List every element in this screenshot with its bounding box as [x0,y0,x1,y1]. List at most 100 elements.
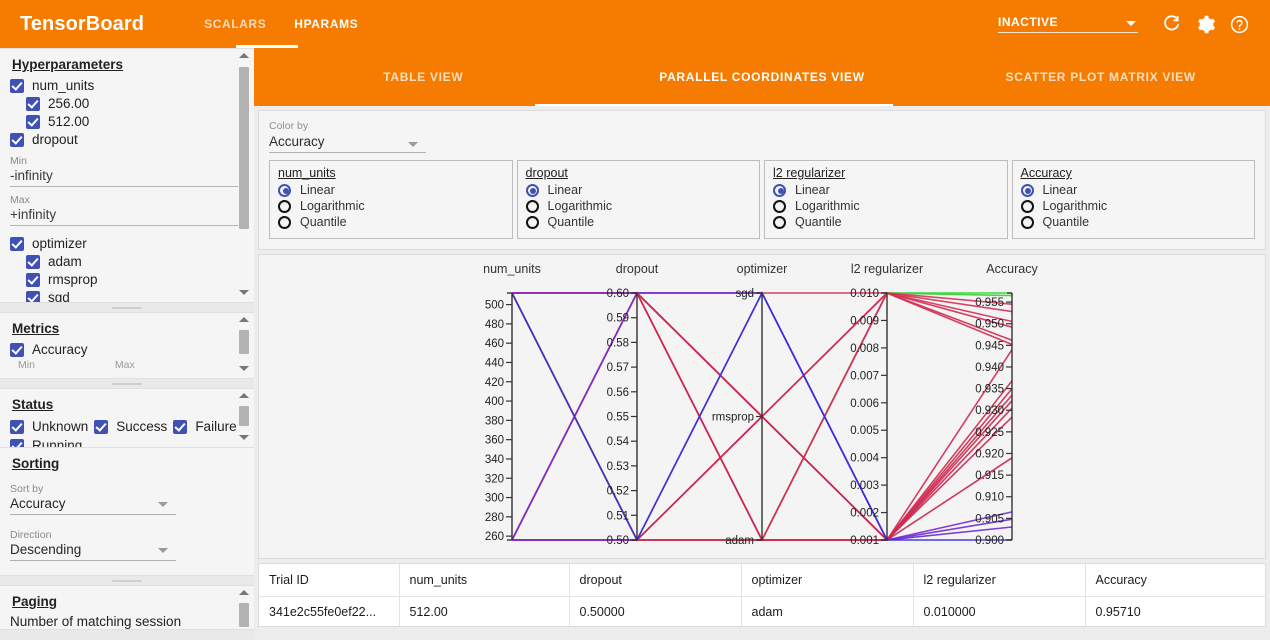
dropout-max-field[interactable]: Max +infinity [10,194,238,226]
radio-quantile[interactable]: Quantile [525,215,752,229]
scroll-up-icon[interactable] [239,53,249,63]
table-column-header[interactable]: Trial ID [259,564,400,597]
radio-logarithmic[interactable]: Logarithmic [773,199,999,213]
hparam-checkbox-512[interactable]: 512.00 [10,113,222,130]
radio-icon[interactable] [278,215,291,229]
hparam-checkbox-adam[interactable]: adam [10,253,222,270]
trials-table-panel[interactable]: Trial ID num_units dropout optimizer l2 regu… [258,563,1266,627]
status-checkbox-failure[interactable]: Failure [173,418,237,435]
table-column-header[interactable]: Accuracy [1085,564,1265,597]
hyperparameters-scrollbar[interactable] [238,53,250,300]
radio-icon-selected[interactable] [1020,183,1034,197]
color-by-select[interactable]: Accuracy [269,134,426,153]
table-row[interactable]: 341e2c55fe0ef22... 512.00 0.50000 adam 0.010… [259,596,1265,626]
tab-parallel-coordinates-view[interactable]: PARALLEL COORDINATES VIEW [593,70,932,84]
scroll-up-icon[interactable] [239,317,249,327]
status-checkbox-unknown[interactable]: Unknown [10,418,88,435]
hparam-checkbox-optimizer[interactable]: optimizer [10,235,222,252]
radio-icon[interactable] [773,199,786,213]
radio-linear[interactable]: Linear [525,183,752,197]
refresh-icon[interactable] [1156,9,1186,39]
radio-logarithmic[interactable]: Logarithmic [1020,199,1247,213]
radio-linear[interactable]: Linear [1020,183,1247,197]
scroll-down-icon[interactable] [239,435,249,445]
sidebar-resize-grip-2[interactable] [0,379,254,388]
radio-icon-selected[interactable] [773,183,786,197]
metric-label: Accuracy [32,342,88,357]
checkbox-icon[interactable] [10,78,24,93]
checkbox-icon[interactable] [10,132,24,147]
radio-icon[interactable] [525,199,539,213]
status-checkbox-success[interactable]: Success [94,418,167,435]
hparam-checkbox-num-units[interactable]: num_units [10,77,222,94]
sort-direction-select[interactable]: Direction Descending [10,529,176,561]
chart-axis-tick-label: 0.006 [850,398,879,410]
scroll-up-icon[interactable] [239,590,249,600]
tab-scatter-plot-matrix-view[interactable]: SCATTER PLOT MATRIX VIEW [931,70,1270,84]
top-nav-scalars[interactable]: SCALARS [190,0,280,48]
hparam-checkbox-rmsprop[interactable]: rmsprop [10,271,222,288]
min-input[interactable]: -infinity [10,168,238,187]
checkbox-icon[interactable] [26,290,40,302]
checkbox-icon[interactable] [10,342,24,357]
chart-axis-l2-regularizer[interactable]: l2 regularizer 0.001 0.002 0.003 0.004 0.005 0… [850,262,923,547]
radio-icon[interactable] [773,215,786,229]
settings-gear-icon[interactable] [1190,9,1220,39]
table-column-header[interactable]: num_units [399,564,570,597]
hparam-checkbox-sgd[interactable]: sgd [10,289,222,302]
checkbox-icon[interactable] [26,114,40,129]
scroll-up-icon[interactable] [239,393,249,403]
radio-icon[interactable] [1020,215,1034,229]
radio-icon[interactable] [1020,199,1034,213]
metric-checkbox-accuracy[interactable]: Accuracy [10,341,222,358]
checkbox-icon[interactable] [173,419,188,434]
chart-axis-dropout[interactable]: dropout 0.50 0.51 0.52 0.53 0.54 0.55 0.56 0.57 0… [607,262,659,547]
scrollbar-thumb[interactable] [239,603,249,627]
radio-icon[interactable] [278,199,291,213]
hparam-checkbox-256[interactable]: 256.00 [10,95,222,112]
help-circle-icon[interactable] [1224,9,1254,39]
radio-quantile[interactable]: Quantile [278,215,504,229]
sort-by-select[interactable]: Sort by Accuracy [10,483,176,515]
radio-logarithmic[interactable]: Logarithmic [525,199,752,213]
checkbox-icon[interactable] [26,272,40,287]
tab-table-view[interactable]: TABLE VIEW [254,70,593,84]
radio-quantile[interactable]: Quantile [773,215,999,229]
hparam-checkbox-dropout[interactable]: dropout [10,131,222,148]
radio-icon[interactable] [525,215,539,229]
parallel-coordinates-svg[interactable]: num_units 260 280 300 320 340 360 380 400 420 440 4… [259,255,1259,558]
radio-linear[interactable]: Linear [278,183,504,197]
checkbox-icon[interactable] [94,419,109,434]
table-column-header[interactable]: dropout [569,564,742,597]
dropout-min-field[interactable]: Min -infinity [10,155,238,187]
metrics-scrollbar[interactable] [238,317,250,376]
top-nav: SCALARS HPARAMS [190,0,372,48]
paging-scrollbar[interactable] [238,590,250,629]
checkbox-icon[interactable] [26,96,40,111]
max-input[interactable]: +infinity [10,207,238,226]
scrollbar-thumb[interactable] [239,67,249,229]
checkbox-icon[interactable] [10,438,24,447]
run-status-select[interactable]: INACTIVE [998,15,1138,33]
top-nav-hparams[interactable]: HPARAMS [280,0,372,48]
checkbox-icon[interactable] [10,419,24,434]
table-column-header[interactable]: optimizer [741,564,914,597]
checkbox-icon[interactable] [10,236,24,251]
scroll-down-icon[interactable] [239,366,249,376]
table-column-header[interactable]: l2 regularizer [913,564,1086,597]
radio-quantile[interactable]: Quantile [1020,215,1247,229]
parallel-coordinates-chart[interactable]: num_units 260 280 300 320 340 360 380 400 420 440 4… [258,254,1266,559]
sidebar-resize-grip-3[interactable] [0,576,254,585]
chart-axis-Accuracy[interactable]: Accuracy 0.900 0.905 0.910 0.915 0.920 0.925 0.… [975,262,1038,547]
sidebar-resize-grip-1[interactable] [0,303,254,312]
radio-icon-selected[interactable] [525,183,539,197]
radio-logarithmic[interactable]: Logarithmic [278,199,504,213]
scroll-down-icon[interactable] [239,290,249,300]
status-checkbox-running[interactable]: Running [10,437,222,447]
radio-linear[interactable]: Linear [773,183,999,197]
scrollbar-thumb[interactable] [239,330,249,354]
checkbox-icon[interactable] [26,254,40,269]
status-scrollbar[interactable] [238,393,250,445]
radio-icon-selected[interactable] [278,183,291,197]
scrollbar-thumb[interactable] [239,406,249,426]
